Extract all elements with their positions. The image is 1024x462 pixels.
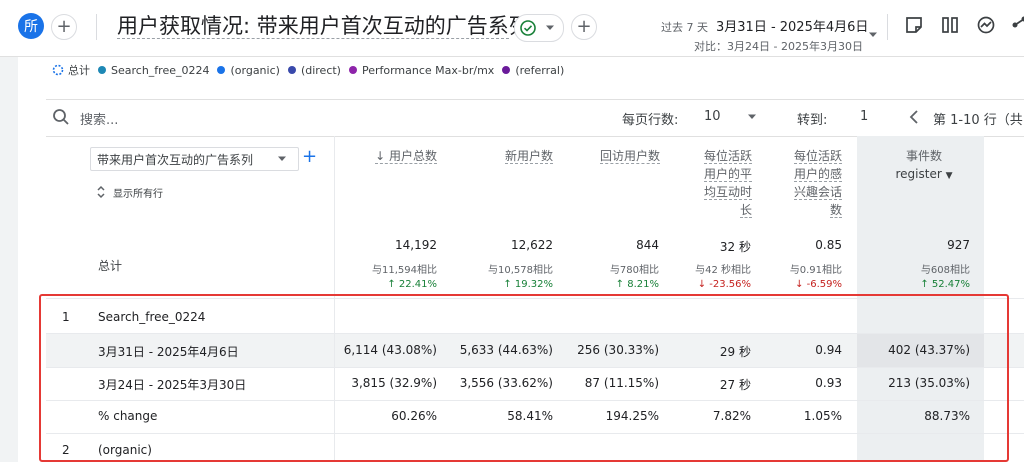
- total-value: 14,192: [395, 238, 437, 252]
- goto-label: 转到:: [797, 113, 828, 128]
- total-value: 12,622: [511, 238, 553, 252]
- legend-item-search-free[interactable]: Search_free_0224: [98, 64, 209, 77]
- dimension-selector[interactable]: 带来用户首次互动的广告系列: [90, 147, 299, 171]
- caret-down-icon: ▼: [945, 171, 953, 181]
- rows-dropdown-icon[interactable]: [747, 113, 757, 121]
- check-circle-icon: [520, 20, 536, 36]
- highlight-annotation-box: [39, 294, 1009, 462]
- col-header-new-users[interactable]: 新用户数: [450, 147, 553, 165]
- total-change: ↓ -6.59%: [795, 279, 842, 290]
- legend-label: Search_free_0224: [111, 63, 210, 77]
- caret-down-icon: [278, 156, 286, 161]
- series-dot-icon: [98, 66, 106, 74]
- total-change: ↑ 52.47%: [920, 279, 970, 290]
- chevron-left-icon[interactable]: [908, 109, 920, 125]
- chart-legend: 总计 Search_free_0224 (organic) (direct) P…: [52, 62, 572, 78]
- date-dropdown-icon[interactable]: [868, 31, 878, 39]
- pagination-status: 第 1-10 行（共 1: [933, 113, 1024, 128]
- total-compare: 与780相比: [609, 265, 659, 276]
- legend-item-organic[interactable]: (organic): [217, 63, 280, 77]
- compare-range[interactable]: 对比：3月24日 - 2025年3月30日: [694, 38, 863, 54]
- event-filter-select: register ▼: [880, 165, 968, 185]
- legend-label: (referral): [515, 63, 565, 77]
- add-comparison-button[interactable]: +: [51, 14, 77, 40]
- rows-per-page-label: 每页行数:: [622, 113, 679, 128]
- total-change: ↑ 22.41%: [387, 279, 437, 290]
- legend-item-pmax[interactable]: Performance Max-br/mx: [348, 63, 495, 77]
- total-compare: 与608相比: [920, 265, 970, 276]
- legend-item-referral[interactable]: (referral): [502, 64, 564, 77]
- date-preset[interactable]: 过去 7 天: [661, 19, 708, 35]
- add-card-button[interactable]: +: [571, 14, 597, 40]
- insights-icon[interactable]: [976, 15, 996, 35]
- toolbar-divider: [887, 14, 888, 40]
- share-icon[interactable]: [1010, 15, 1024, 35]
- property-avatar[interactable]: 所: [18, 13, 44, 39]
- date-range[interactable]: 3月31日 - 2025年4月6日: [716, 16, 868, 35]
- col-header-label: 每位活跃用户的感兴趣会话数: [793, 149, 842, 218]
- dimension-selector-label: 带来用户首次互动的广告系列: [97, 153, 254, 167]
- total-compare: 与11,594相比: [372, 265, 437, 276]
- series-dot-icon: [502, 66, 511, 74]
- caret-down-icon: [546, 25, 554, 30]
- total-value: 0.85: [815, 238, 842, 252]
- goto-page-input[interactable]: 1: [860, 109, 868, 124]
- series-dot-icon: [287, 66, 296, 74]
- col-header-total-users[interactable]: ↓ 用户总数: [340, 147, 437, 165]
- col-header-label: 每位活跃用户的平均互动时长: [703, 149, 752, 218]
- share-insights-icon[interactable]: [904, 15, 924, 35]
- report-status-dropdown[interactable]: [514, 14, 564, 42]
- legend-label: (organic): [230, 63, 280, 77]
- legend-label: (direct): [300, 63, 341, 77]
- left-gutter: [0, 57, 18, 462]
- total-change: ↑ 8.21%: [615, 279, 659, 290]
- col-header-label: ↓ 用户总数: [375, 149, 437, 164]
- page-title: 用户获取情况: 带来用户首次互动的广告系列: [117, 14, 530, 38]
- total-dashed-circle-icon: [52, 64, 64, 76]
- title-underline: [117, 38, 509, 39]
- col-header-engaged-sessions[interactable]: 每位活跃用户的感兴趣会话数: [784, 147, 842, 219]
- col-header-returning-users[interactable]: 回访用户数: [598, 147, 660, 165]
- series-dot-icon: [348, 66, 357, 74]
- compare-icon[interactable]: [940, 15, 960, 35]
- search-input[interactable]: 搜索...: [80, 109, 118, 128]
- total-compare: 与42 秒相比: [695, 265, 751, 276]
- col-header-label: 事件数: [905, 149, 942, 163]
- legend-item-direct[interactable]: (direct): [287, 63, 341, 77]
- legend-item-total[interactable]: 总计: [52, 62, 90, 78]
- search-icon[interactable]: [52, 108, 70, 126]
- add-dimension-button[interactable]: +: [302, 146, 317, 167]
- col-header-event-count[interactable]: 事件数 register ▼: [880, 147, 968, 185]
- series-dot-icon: [217, 66, 226, 74]
- rows-per-page-select[interactable]: 10: [704, 109, 721, 124]
- header-divider: [96, 14, 97, 40]
- total-value: 927: [947, 238, 970, 252]
- col-header-label: 新用户数: [504, 149, 553, 164]
- total-value: 32 秒: [719, 240, 751, 254]
- col-header-avg-engagement[interactable]: 每位活跃用户的平均互动时长: [694, 147, 752, 219]
- total-change: ↓ -23.56%: [697, 279, 751, 290]
- event-name: register: [895, 167, 942, 181]
- total-compare: 与0.91相比: [789, 265, 842, 276]
- total-compare: 与10,578相比: [488, 265, 553, 276]
- show-all-rows-toggle[interactable]: 显示所有行: [113, 185, 163, 200]
- table-toolbar: [46, 99, 1024, 137]
- legend-label: 总计: [68, 64, 90, 77]
- total-change: ↑ 19.32%: [503, 279, 553, 290]
- expand-rows-icon[interactable]: [96, 185, 106, 199]
- legend-label: Performance Max-br/mx: [361, 63, 495, 77]
- totals-label: 总计: [98, 259, 123, 273]
- col-header-label: 回访用户数: [599, 149, 660, 164]
- total-value: 844: [636, 238, 659, 252]
